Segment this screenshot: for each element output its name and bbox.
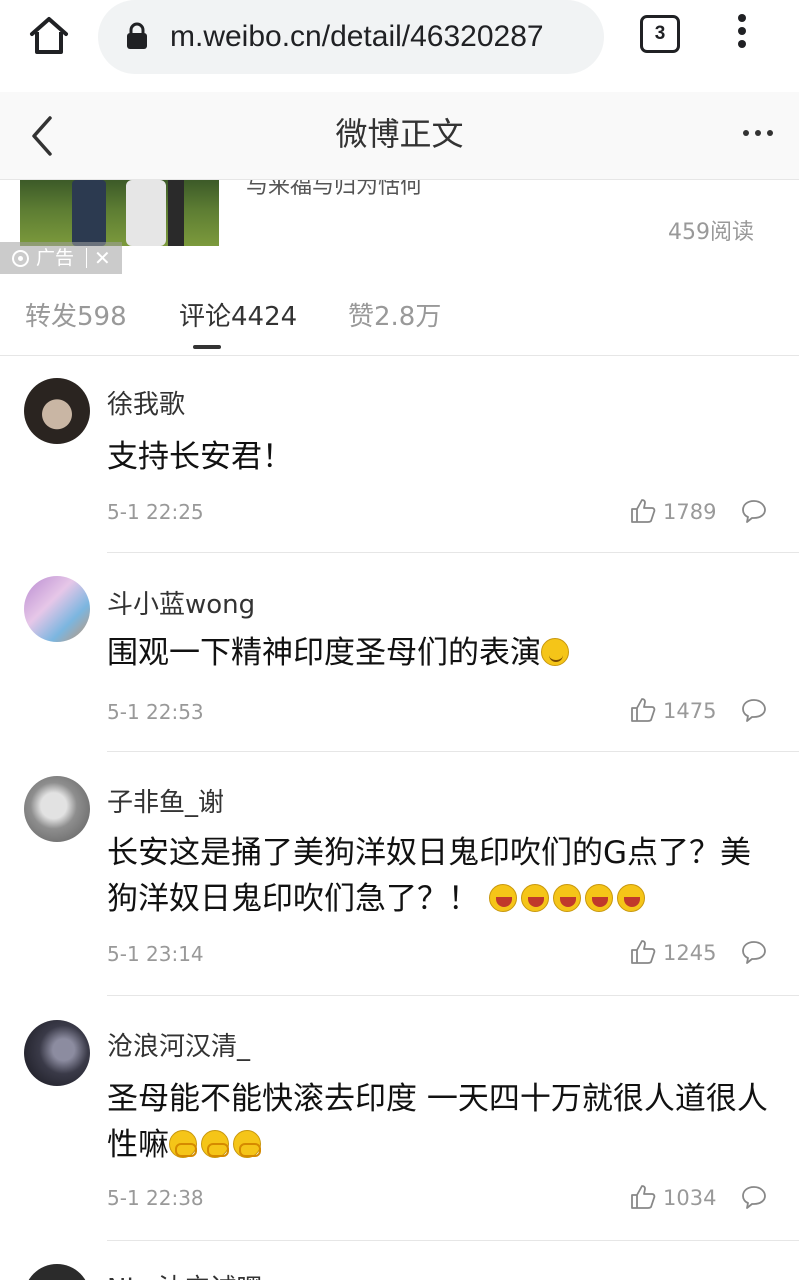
comment-text: 长安这是捅了美狗洋奴日鬼印吹们的G点了？美狗洋奴日鬼印吹们急了？！ [107,830,777,922]
avatar[interactable] [24,576,90,642]
laugh-emoji-icon [584,884,613,912]
comment-bubble-icon [742,500,766,523]
avatar[interactable] [24,776,90,842]
ad-text: 与来福与归为恬何 [246,180,423,199]
comment-item: 斗小蓝wong 围观一下精神印度圣母们的表演 5-1 22:53 1475 [0,554,799,752]
active-tab-indicator [193,345,221,349]
address-bar[interactable]: m.weibo.cn/detail/46320287 [98,0,604,74]
avatar[interactable] [24,378,90,444]
ad-card[interactable]: 与来福与归为恬何 广告 ✕ 459阅读 [0,180,799,274]
avatar[interactable] [24,1020,90,1086]
ad-label: 广告 [36,247,75,269]
browser-toolbar: m.weibo.cn/detail/46320287 3 [0,0,799,92]
reply-button[interactable] [740,1184,770,1214]
comment-item: Nin 沈宁诚嘿 [0,1240,799,1280]
comment-bubble-icon [742,1186,766,1209]
comment-bubble-icon [742,941,766,964]
home-icon [30,17,68,54]
ad-badge: 广告 ✕ [0,242,122,274]
comment-text-body: 围观一下精神印度圣母们的表演 [107,635,541,671]
comment-item: 徐我歌 支持长安君！ 5-1 22:25 1789 [0,356,799,554]
comment-time: 5-1 22:25 [107,500,204,524]
read-count: 459阅读 [668,220,754,245]
like-count: 1245 [663,941,717,965]
app-header: 微博正文 [0,92,799,180]
more-button[interactable] [740,122,776,142]
like-button[interactable]: 1245 [630,939,720,969]
overflow-menu-icon [732,14,752,48]
comment-text-body: 长安这是捅了美狗洋奴日鬼印吹们的G点了？美狗洋奴日鬼印吹们急了？！ [107,835,752,917]
post-tabs: 转发598 评论4424 赞2.8万 [0,274,799,356]
like-button[interactable]: 1475 [630,697,720,727]
comment-username[interactable]: 沧浪河汉清_ [107,1026,250,1063]
like-count: 1789 [663,500,717,524]
tab-switcher-button[interactable]: 3 [640,15,680,53]
thumbs-up-icon [631,1185,656,1209]
url-text: m.weibo.cn/detail/46320287 [170,20,544,53]
comment-time: 5-1 22:38 [107,1186,204,1210]
like-count: 1475 [663,699,717,723]
like-button[interactable]: 1034 [630,1184,720,1214]
tab-likes[interactable]: 赞2.8万 [348,296,441,333]
tab-reposts[interactable]: 转发598 [25,296,127,333]
ad-eye-icon [12,250,29,267]
tab-comments[interactable]: 评论4424 [179,296,297,333]
home-button[interactable] [26,14,72,58]
comment-username[interactable]: 子非鱼_谢 [107,782,224,819]
hands-emoji-icon [233,1130,261,1158]
thumbs-up-icon [631,698,656,722]
comment-text: 圣母能不能快滚去印度 一天四十万就很人道很人性嘛 [107,1076,777,1168]
comment-text-body: 支持长安君！ [107,439,293,475]
divider [107,552,799,553]
laugh-emoji-icon [488,884,517,912]
hands-emoji-icon [201,1130,229,1158]
ad-image[interactable] [20,180,219,246]
hands-emoji-icon [169,1130,197,1158]
thumbs-up-icon [631,940,656,964]
comment-time: 5-1 22:53 [107,700,204,724]
reply-button[interactable] [740,939,770,969]
comment-item: 子非鱼_谢 长安这是捅了美狗洋奴日鬼印吹们的G点了？美狗洋奴日鬼印吹们急了？！ … [0,752,799,996]
comment-time: 5-1 23:14 [107,942,204,966]
smile-emoji-icon [541,638,569,666]
reply-button[interactable] [740,697,770,727]
thumbs-up-icon [631,499,656,523]
avatar[interactable] [24,1264,90,1280]
laugh-emoji-icon [552,884,581,912]
overflow-menu-button[interactable] [732,14,752,54]
like-button[interactable]: 1789 [630,498,720,528]
comment-item: 沧浪河汉清_ 圣母能不能快滚去印度 一天四十万就很人道很人性嘛 5-1 22:3… [0,996,799,1241]
page-title: 微博正文 [335,115,464,153]
comment-username[interactable]: 斗小蓝wong [107,584,255,621]
comment-username[interactable]: Nin 沈宁诚嘿 [107,1268,262,1280]
comment-username[interactable]: 徐我歌 [107,384,185,421]
lock-icon [127,22,147,49]
like-count: 1034 [663,1186,717,1210]
comment-text: 围观一下精神印度圣母们的表演 [107,630,777,676]
reply-button[interactable] [740,498,770,528]
comment-bubble-icon [742,699,766,722]
comment-text: 支持长安君！ [107,434,777,480]
ad-close-icon[interactable]: ✕ [94,242,111,274]
laugh-emoji-icon [520,884,549,912]
laugh-emoji-icon [616,884,645,912]
